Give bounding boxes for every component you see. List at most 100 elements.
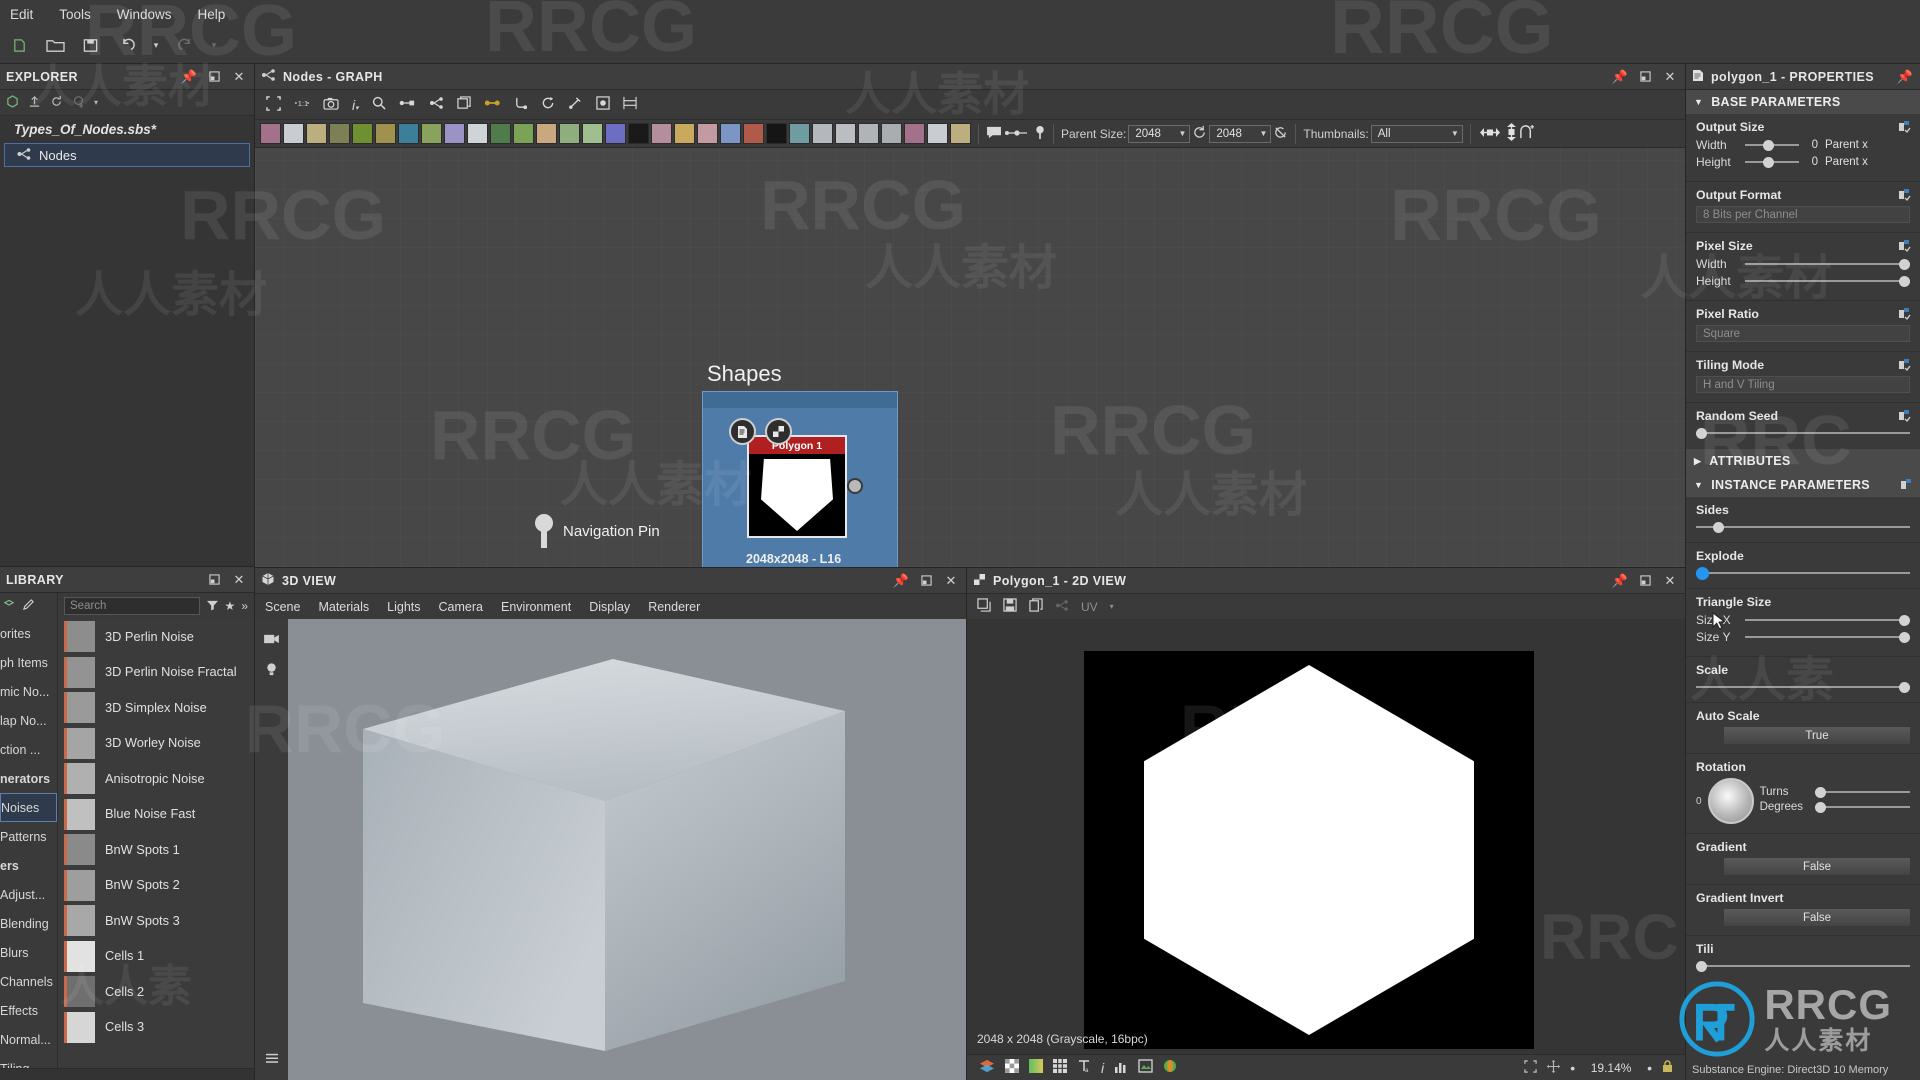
menu-item-tools[interactable]: Tools [59, 7, 91, 22]
library-item[interactable]: 3D Simplex Noise [58, 690, 254, 726]
library-category-12[interactable]: Channels [0, 967, 57, 996]
explorer-tree[interactable] [0, 167, 254, 566]
scale-slider[interactable] [1696, 681, 1910, 693]
fx-01-node[interactable] [789, 123, 810, 144]
close-icon[interactable]: ✕ [230, 68, 248, 86]
menu-environment[interactable]: Environment [501, 600, 571, 614]
menu-materials[interactable]: Materials [318, 600, 369, 614]
library-category-5[interactable]: nerators [0, 764, 57, 793]
library-item[interactable]: BnW Spots 2 [58, 868, 254, 904]
library-item[interactable]: BnW Spots 3 [58, 903, 254, 939]
flood-fill-node[interactable] [605, 123, 626, 144]
copy-icon[interactable] [1029, 598, 1043, 615]
pixel-size-width-slider[interactable] [1745, 258, 1910, 270]
save-icon[interactable] [1003, 598, 1017, 615]
output-size-width-slider[interactable] [1745, 139, 1799, 151]
pin-icon[interactable]: 📌 [1611, 572, 1629, 590]
search-input[interactable]: Search [64, 597, 200, 615]
menu-display[interactable]: Display [589, 600, 630, 614]
library-category-7[interactable]: Patterns [0, 822, 57, 851]
auto-scale-value[interactable]: True [1724, 727, 1910, 744]
output-size-height-slider[interactable] [1745, 156, 1799, 168]
picture-icon[interactable] [1138, 1059, 1153, 1076]
redo-icon[interactable] [172, 33, 198, 59]
package-icon[interactable] [6, 94, 19, 111]
link-parameter-icon[interactable] [1899, 478, 1915, 493]
zoom-out-icon[interactable]: • [1570, 1060, 1575, 1076]
pencil-icon[interactable] [22, 598, 35, 614]
library-category-1[interactable]: ph Items [0, 648, 57, 677]
link-parameter-icon[interactable] [1897, 120, 1912, 134]
io-node[interactable] [881, 123, 902, 144]
close-icon[interactable]: ✕ [942, 572, 960, 590]
crop-node[interactable] [743, 123, 764, 144]
maximize-icon[interactable] [1636, 572, 1654, 590]
layers-icon[interactable] [979, 1059, 995, 1076]
menu-camera[interactable]: Camera [439, 600, 483, 614]
library-item[interactable]: 3D Perlin Noise Fractal [58, 655, 254, 691]
navigation-pin-icon[interactable] [1034, 125, 1046, 143]
node-polygon-1[interactable]: Polygon 1 [747, 435, 847, 538]
parent-size-height-select[interactable]: 2048 ▼ [1209, 124, 1272, 143]
import-icon[interactable] [28, 95, 41, 111]
camera-icon[interactable] [323, 97, 339, 113]
library-category-0[interactable]: orites [0, 619, 57, 648]
library-category-15[interactable]: Tiling [0, 1054, 57, 1069]
navigation-pin[interactable]: Navigation Pin [535, 514, 660, 548]
grid-icon[interactable] [623, 96, 637, 113]
gradient-icon[interactable] [1029, 1059, 1043, 1076]
chevron-down-icon[interactable]: ▾ [1110, 602, 1114, 611]
pattern-01-node[interactable] [651, 123, 672, 144]
pan-icon[interactable] [1547, 1059, 1561, 1076]
sides-slider[interactable] [1696, 521, 1910, 533]
triangle-size-x-slider[interactable] [1745, 614, 1910, 626]
close-icon[interactable]: ✕ [230, 571, 248, 589]
maximize-icon[interactable] [1636, 68, 1654, 86]
layout-icon[interactable] [1519, 124, 1535, 143]
library-category-14[interactable]: Normal... [0, 1025, 57, 1054]
maximize-icon[interactable] [205, 571, 223, 589]
thumbnails-select[interactable]: All ▼ [1370, 124, 1463, 143]
library-item[interactable]: Cells 3 [58, 1010, 254, 1046]
info-icon[interactable]: i▾ [352, 97, 359, 113]
gradient-node[interactable] [375, 123, 396, 144]
2d-view-icon[interactable] [765, 418, 792, 445]
gradient-invert-value[interactable]: False [1724, 909, 1910, 926]
mirror-node[interactable] [697, 123, 718, 144]
link-parameter-icon[interactable] [1897, 358, 1912, 372]
gradient-map-node[interactable] [582, 123, 603, 144]
open-folder-icon[interactable] [42, 33, 68, 59]
input-node[interactable] [835, 123, 856, 144]
absolute-icon[interactable] [1273, 125, 1288, 143]
reroute-icon[interactable] [514, 96, 528, 113]
tools-icon[interactable] [568, 96, 583, 113]
pixel-ratio-value[interactable]: Square [1696, 325, 1910, 342]
library-category-6[interactable]: Noises [0, 793, 57, 822]
explorer-node-item[interactable]: Nodes [4, 143, 250, 167]
rotation-turns-slider[interactable] [1814, 786, 1910, 798]
transform-2d-node[interactable] [398, 123, 419, 144]
pin-icon[interactable]: 📌 [1896, 68, 1914, 86]
redo-dropdown-icon[interactable]: ▾ [208, 33, 220, 59]
align-h-icon[interactable] [1478, 126, 1504, 141]
menu-scene[interactable]: Scene [265, 600, 300, 614]
library-item[interactable]: Cells 1 [58, 939, 254, 975]
library-category-13[interactable]: Effects [0, 996, 57, 1025]
duplicate-icon[interactable] [977, 598, 991, 615]
grid-icon[interactable] [1053, 1059, 1067, 1076]
svg-node[interactable] [283, 123, 304, 144]
uv-label[interactable]: UV [1081, 600, 1098, 614]
section-instance-parameters[interactable]: ▼ INSTANCE PARAMETERS [1686, 473, 1920, 497]
zoom-in-icon[interactable]: • [1647, 1060, 1652, 1076]
select-frame-icon[interactable] [266, 95, 281, 114]
frame-node[interactable] [904, 123, 925, 144]
shape-node[interactable] [536, 123, 557, 144]
light-icon[interactable] [265, 662, 278, 680]
rotation-dial[interactable] [1707, 778, 1754, 824]
pin-node[interactable] [950, 123, 971, 144]
noise-node[interactable] [812, 123, 833, 144]
undo-dropdown-icon[interactable]: ▾ [150, 33, 162, 59]
curve-node[interactable] [352, 123, 373, 144]
random-seed-slider[interactable] [1696, 427, 1910, 439]
triangle-size-y-slider[interactable] [1745, 631, 1910, 643]
